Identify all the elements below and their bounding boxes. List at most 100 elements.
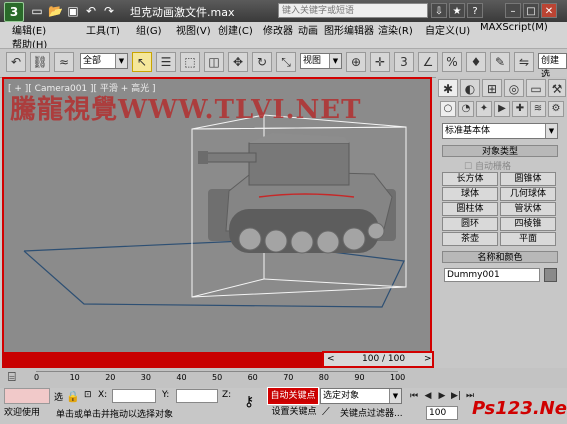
snap-toggle-icon[interactable]: 3 xyxy=(394,52,414,72)
undo-tool-icon[interactable]: ↶ xyxy=(6,52,26,72)
utilities-tab-icon[interactable]: ⚒ xyxy=(548,79,566,97)
link-icon[interactable]: ⛓ xyxy=(30,52,50,72)
search-go-icon[interactable]: ⇩ xyxy=(431,3,447,18)
reference-coordinate-dropdown[interactable]: 视图 ▼ xyxy=(300,53,342,69)
key-filters-button[interactable]: 关键点过滤器... xyxy=(340,406,403,419)
tube-button[interactable]: 管状体 xyxy=(500,202,556,216)
menu-rendering[interactable]: 渲染(R) xyxy=(378,22,413,37)
time-slider-prev-button[interactable]: < xyxy=(327,354,335,364)
autogrid-checkbox[interactable]: ☐ 自动栅格 xyxy=(464,159,511,172)
chevron-down-icon: ▼ xyxy=(545,124,557,138)
cone-button[interactable]: 圆锥体 xyxy=(500,172,556,186)
box-button[interactable]: 长方体 xyxy=(442,172,498,186)
category-dropdown[interactable]: 标准基本体 ▼ xyxy=(442,123,558,139)
favorites-icon[interactable]: ★ xyxy=(449,3,465,18)
redo-icon[interactable]: ↷ xyxy=(102,4,116,18)
auto-key-button[interactable]: 自动关键点 xyxy=(267,387,319,405)
mini-curve-editor-icon[interactable]: ⌸ xyxy=(8,370,16,385)
motion-tab-icon[interactable]: ◎ xyxy=(504,79,524,97)
minimize-button[interactable]: – xyxy=(505,3,521,18)
display-tab-icon[interactable]: ▭ xyxy=(526,79,546,97)
status-bar: 欢迎使用 选 🔒 ⊡ X: Y: Z: 单击或单击并拖动以选择对象 ⚷ 自动关键… xyxy=(0,387,567,424)
maxscript-listener-field[interactable] xyxy=(4,388,50,404)
menu-maxscript[interactable]: MAXScript(M) xyxy=(480,22,548,33)
object-type-rollout-title[interactable]: 对象类型 xyxy=(442,145,558,157)
select-scale-icon[interactable]: ⤡ xyxy=(276,52,296,72)
key-icon[interactable]: ⚷ xyxy=(244,394,254,410)
camera-viewport[interactable]: [ + ][ Camera001 ][ 平滑 + 高光 ] 騰龍視覺WWW.TL… xyxy=(2,77,432,367)
selection-filter-dropdown[interactable]: 全部 ▼ xyxy=(80,53,128,69)
geosphere-button[interactable]: 几何球体 xyxy=(500,187,556,201)
help-icon[interactable]: ? xyxy=(467,3,483,18)
hierarchy-tab-icon[interactable]: ⊞ xyxy=(482,79,502,97)
track-bar-tick-label: 90 xyxy=(354,373,365,382)
new-file-icon[interactable]: ▭ xyxy=(30,4,44,18)
menu-animation[interactable]: 动画 xyxy=(298,22,318,37)
cameras-icon[interactable]: ▶ xyxy=(494,101,510,117)
set-key-button[interactable]: 设置关键点 xyxy=(270,405,318,419)
lights-icon[interactable]: ✦ xyxy=(476,101,492,117)
modify-tab-icon[interactable]: ◐ xyxy=(460,79,480,97)
mirror-icon[interactable]: ⇋ xyxy=(514,52,534,72)
track-bar[interactable]: ⌸ 0 10 20 30 40 50 60 70 80 90 100 xyxy=(0,368,567,388)
x-coordinate-field[interactable] xyxy=(112,389,156,403)
pivot-center-icon[interactable]: ⊕ xyxy=(346,52,366,72)
undo-icon[interactable]: ↶ xyxy=(84,4,98,18)
absolute-mode-icon[interactable]: ⊡ xyxy=(84,390,92,400)
name-color-rollout-title[interactable]: 名称和颜色 xyxy=(442,251,558,263)
sphere-button[interactable]: 球体 xyxy=(442,187,498,201)
selection-count-label: 选 xyxy=(54,393,64,403)
shapes-icon[interactable]: ◔ xyxy=(458,101,474,117)
maximize-button[interactable]: □ xyxy=(523,3,539,18)
cylinder-button[interactable]: 圆柱体 xyxy=(442,202,498,216)
menu-group[interactable]: 组(G) xyxy=(136,22,162,37)
teapot-button[interactable]: 茶壶 xyxy=(442,232,498,246)
named-selection-set-field[interactable]: 创建选 xyxy=(538,53,567,80)
select-by-name-icon[interactable]: ☰ xyxy=(156,52,176,72)
geometry-icon[interactable]: ○ xyxy=(440,101,456,117)
percent-snap-icon[interactable]: % xyxy=(442,52,462,72)
open-file-icon[interactable]: 📂 xyxy=(48,4,63,18)
select-move-icon[interactable]: ✥ xyxy=(228,52,248,72)
select-rotate-icon[interactable]: ↻ xyxy=(252,52,272,72)
object-name-field[interactable]: Dummy001 xyxy=(444,268,540,282)
y-coordinate-field[interactable] xyxy=(176,389,218,403)
app-logo-icon[interactable]: 3 xyxy=(4,2,24,22)
menu-graph-editors[interactable]: 图形编辑器 xyxy=(324,22,374,37)
current-frame-field[interactable]: 100 xyxy=(426,406,458,420)
time-slider-next-button[interactable]: > xyxy=(424,354,432,364)
lock-selection-icon[interactable]: 🔒 xyxy=(66,390,80,403)
helpers-icon[interactable]: ✚ xyxy=(512,101,528,117)
rect-select-region-icon[interactable]: ⬚ xyxy=(180,52,200,72)
plane-button[interactable]: 平面 xyxy=(500,232,556,246)
menu-modifiers[interactable]: 修改器 xyxy=(263,22,293,37)
menu-create[interactable]: 创建(C) xyxy=(218,22,253,37)
space-warps-icon[interactable]: ≋ xyxy=(530,101,546,117)
pyramid-button[interactable]: 四棱锥 xyxy=(500,217,556,231)
key-mode-icon[interactable]: ⟋ xyxy=(322,405,330,419)
save-file-icon[interactable]: ▣ xyxy=(66,4,80,18)
go-to-start-icon[interactable]: ⏮ xyxy=(408,390,420,402)
menu-edit[interactable]: 编辑(E) xyxy=(12,22,46,37)
menu-tools[interactable]: 工具(T) xyxy=(86,22,120,37)
object-color-swatch[interactable] xyxy=(544,268,557,282)
time-slider[interactable]: < 100 / 100 > xyxy=(322,351,434,368)
menu-customize[interactable]: 自定义(U) xyxy=(425,22,470,37)
angle-snap-icon[interactable]: ∠ xyxy=(418,52,438,72)
next-frame-icon[interactable]: ▶| xyxy=(450,390,462,402)
systems-icon[interactable]: ⚙ xyxy=(548,101,564,117)
edit-named-selection-icon[interactable]: ✎ xyxy=(490,52,510,72)
menu-view[interactable]: 视图(V) xyxy=(176,22,211,37)
create-tab-icon[interactable]: ✱ xyxy=(438,79,458,97)
window-crossing-icon[interactable]: ◫ xyxy=(204,52,224,72)
torus-button[interactable]: 圆环 xyxy=(442,217,498,231)
selected-object-dropdown[interactable]: 选定对象 ▼ xyxy=(320,388,402,404)
search-input[interactable]: 键入关键字或短语 xyxy=(278,3,428,18)
select-manipulate-icon[interactable]: ✛ xyxy=(370,52,390,72)
play-icon[interactable]: ▶ xyxy=(436,390,448,402)
bind-space-warp-icon[interactable]: ≈ xyxy=(54,52,74,72)
select-object-icon[interactable]: ↖ xyxy=(132,52,152,72)
spinner-snap-icon[interactable]: ♦ xyxy=(466,52,486,72)
close-button[interactable]: ✕ xyxy=(541,3,557,18)
previous-frame-icon[interactable]: ◀ xyxy=(422,390,434,402)
